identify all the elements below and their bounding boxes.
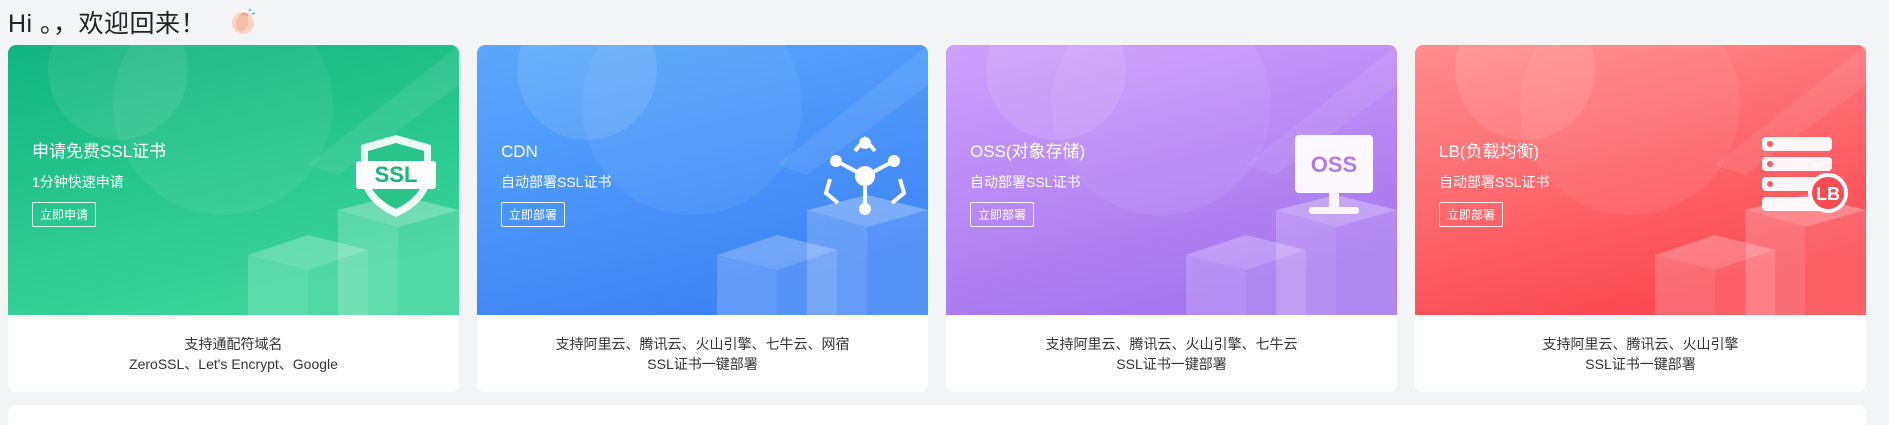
card-oss-footer: 支持阿里云、腾讯云、火山引擎、七牛云 SSL证书一键部署 bbox=[946, 315, 1397, 392]
card-ssl[interactable]: 申请免费SSL证书 1分钟快速申请 立即申请 SSL 支持通配符域名 ZeroS… bbox=[8, 45, 459, 392]
card-oss-banner: OSS(对象存储) 自动部署SSL证书 立即部署 OSS bbox=[946, 45, 1397, 315]
service-cards: 申请免费SSL证书 1分钟快速申请 立即申请 SSL 支持通配符域名 ZeroS… bbox=[8, 45, 1866, 392]
footer-line: SSL证书一键部署 bbox=[647, 355, 758, 372]
deploy-now-button[interactable]: 立即部署 bbox=[1439, 202, 1504, 227]
footer-line: SSL证书一键部署 bbox=[1585, 355, 1696, 372]
lb-icon-label: LB bbox=[1816, 184, 1840, 204]
welcome-greeting: Hi 。，欢迎回来！ bbox=[8, 4, 258, 40]
card-subtitle: 自动部署SSL证书 bbox=[970, 174, 1081, 190]
deploy-now-button[interactable]: 立即部署 bbox=[501, 202, 566, 227]
card-cdn[interactable]: CDN 自动部署SSL证书 立即部署 支持阿里云、腾讯云、火山引擎、七牛云、网宿… bbox=[477, 45, 928, 392]
oss-icon-label: OSS bbox=[1311, 152, 1357, 177]
footer-line: 支持阿里云、腾讯云、火山引擎 bbox=[1542, 335, 1739, 352]
card-subtitle: 自动部署SSL证书 bbox=[501, 174, 612, 190]
card-title: LB(负载均衡) bbox=[1439, 142, 1540, 161]
apply-now-button[interactable]: 立即申请 bbox=[32, 202, 97, 227]
card-ssl-banner: 申请免费SSL证书 1分钟快速申请 立即申请 SSL bbox=[8, 45, 459, 315]
card-lb-text: LB(负载均衡) 自动部署SSL证书 立即部署 bbox=[1439, 141, 1549, 227]
card-lb-banner: LB(负载均衡) 自动部署SSL证书 立即部署 LB bbox=[1415, 45, 1866, 315]
ssl-shield-icon: SSL bbox=[356, 135, 436, 217]
card-ssl-text: 申请免费SSL证书 1分钟快速申请 立即申请 bbox=[32, 141, 166, 227]
next-section-edge bbox=[8, 405, 1866, 425]
lb-server-icon: LB bbox=[1762, 137, 1848, 213]
footer-line: 支持阿里云、腾讯云、火山引擎、七牛云、网宿 bbox=[555, 335, 850, 352]
card-title: CDN bbox=[501, 142, 538, 161]
footer-line: SSL证书一键部署 bbox=[1116, 355, 1227, 372]
cdn-network-icon bbox=[823, 135, 907, 215]
footer-line: ZeroSSL、Let's Encrypt、Google bbox=[129, 355, 338, 372]
footer-line: 支持通配符域名 bbox=[184, 335, 283, 352]
card-oss-text: OSS(对象存储) 自动部署SSL证书 立即部署 bbox=[970, 141, 1085, 227]
card-lb[interactable]: LB(负载均衡) 自动部署SSL证书 立即部署 LB 支持阿里云、腾讯云、火山引… bbox=[1415, 45, 1866, 392]
card-lb-footer: 支持阿里云、腾讯云、火山引擎 SSL证书一键部署 bbox=[1415, 315, 1866, 392]
card-title: 申请免费SSL证书 bbox=[32, 142, 167, 161]
card-title: OSS(对象存储) bbox=[970, 142, 1086, 161]
card-subtitle: 1分钟快速申请 bbox=[32, 174, 124, 190]
footer-line: 支持阿里云、腾讯云、火山引擎、七牛云 bbox=[1045, 335, 1298, 352]
card-cdn-banner: CDN 自动部署SSL证书 立即部署 bbox=[477, 45, 928, 315]
oss-monitor-icon: OSS bbox=[1295, 135, 1373, 214]
card-cdn-footer: 支持阿里云、腾讯云、火山引擎、七牛云、网宿 SSL证书一键部署 bbox=[477, 315, 928, 392]
card-oss[interactable]: OSS(对象存储) 自动部署SSL证书 立即部署 OSS 支持阿里云、腾讯云、火… bbox=[946, 45, 1397, 392]
deploy-now-button[interactable]: 立即部署 bbox=[970, 202, 1035, 227]
card-subtitle: 自动部署SSL证书 bbox=[1439, 174, 1550, 190]
clapping-hands-icon bbox=[232, 8, 256, 34]
greeting-text: Hi 。，欢迎回来！ bbox=[8, 10, 207, 38]
ssl-icon-label: SSL bbox=[375, 162, 418, 187]
card-ssl-footer: 支持通配符域名 ZeroSSL、Let's Encrypt、Google bbox=[8, 315, 459, 392]
card-cdn-text: CDN 自动部署SSL证书 立即部署 bbox=[501, 141, 611, 227]
